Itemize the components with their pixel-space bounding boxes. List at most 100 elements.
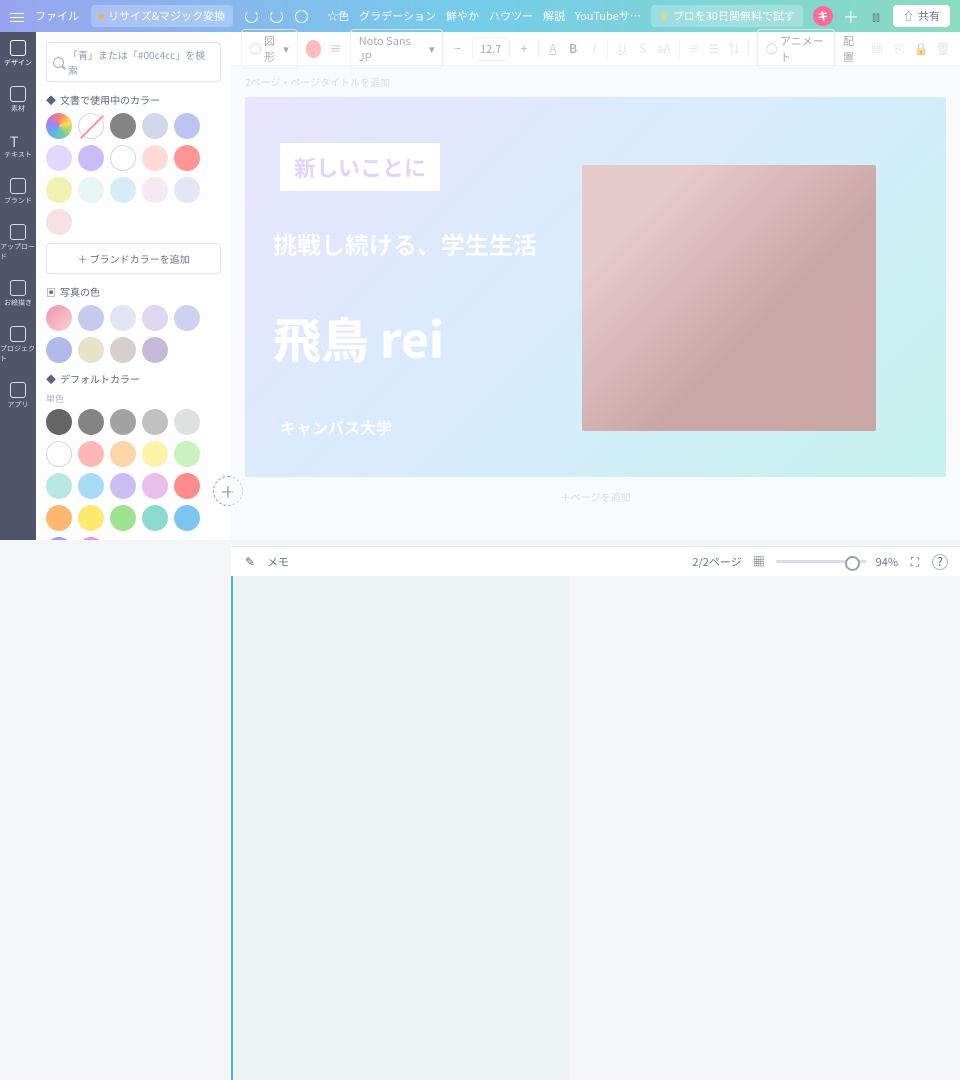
color-swatch[interactable] — [142, 113, 168, 139]
zoom-value[interactable]: 94% — [876, 554, 898, 570]
nav-elements[interactable]: 素材 — [10, 86, 26, 114]
nav-projects[interactable]: プロジェクト — [0, 326, 36, 364]
help-icon[interactable]: ? — [932, 554, 948, 570]
nav-design[interactable]: デザイン — [4, 40, 32, 68]
color-swatch[interactable] — [78, 473, 104, 499]
color-swatch[interactable] — [142, 473, 168, 499]
grid-view-icon[interactable]: ▦ — [752, 555, 766, 569]
add-icon[interactable]: ＋ — [843, 4, 859, 28]
color-swatch[interactable] — [142, 337, 168, 363]
italic-icon[interactable]: I — [587, 42, 599, 56]
fab-add[interactable]: ＋ — [213, 476, 243, 506]
page-title-input[interactable]: 2ページ・ページタイトルを追加 — [231, 66, 960, 97]
insights-icon[interactable]: ⫾⫾ — [869, 9, 883, 23]
color-swatch[interactable] — [110, 305, 136, 331]
color-swatch[interactable] — [46, 177, 72, 203]
text-element-1[interactable]: 新しいことに — [280, 143, 440, 191]
color-swatch[interactable] — [142, 441, 168, 467]
add-page-button[interactable]: ＋ページを追加 — [231, 477, 960, 516]
photo-element[interactable] — [582, 165, 876, 431]
text-element-3[interactable]: 飛鳥 rei — [273, 302, 444, 372]
color-swatch[interactable] — [110, 441, 136, 467]
color-swatch[interactable] — [46, 145, 72, 171]
color-swatch[interactable] — [174, 473, 200, 499]
color-swatch[interactable] — [46, 473, 72, 499]
link[interactable]: ☆色 — [327, 8, 349, 24]
share-button[interactable]: ⇧ 共有 — [893, 5, 950, 27]
link[interactable]: ハウツー — [489, 8, 533, 24]
expand-icon[interactable]: ⛶ — [908, 555, 922, 569]
color-swatch[interactable] — [78, 505, 104, 531]
position-button[interactable]: 配置 — [843, 33, 862, 65]
underline-icon[interactable]: U — [616, 42, 628, 56]
link[interactable]: 鮮やか — [446, 8, 479, 24]
color-swatch[interactable] — [174, 441, 200, 467]
undo-icon[interactable] — [245, 10, 258, 23]
nav-text[interactable]: Tテキスト — [4, 132, 32, 160]
color-swatch[interactable] — [110, 177, 136, 203]
transparency-icon[interactable]: ▦ — [870, 42, 884, 56]
color-swatch[interactable] — [174, 177, 200, 203]
delete-icon[interactable]: 🗑 — [936, 42, 950, 56]
nav-brand[interactable]: ブランド — [4, 178, 32, 206]
text-element-2[interactable]: 挑戦し続ける、学生生活 — [273, 226, 537, 261]
size-minus[interactable]: − — [451, 42, 463, 56]
nav-upload[interactable]: アップロード — [0, 224, 36, 262]
size-plus[interactable]: + — [518, 42, 530, 56]
color-swatch[interactable] — [142, 145, 168, 171]
border-style-icon[interactable]: ≡ — [329, 42, 341, 56]
resize-button[interactable]: リサイズ&マジック変換 — [91, 5, 233, 27]
color-swatch[interactable] — [46, 337, 72, 363]
copy-style-icon[interactable]: ⎘ — [892, 42, 906, 56]
nav-draw[interactable]: お絵描き — [4, 280, 32, 308]
color-swatch[interactable] — [174, 505, 200, 531]
color-swatch[interactable] — [46, 209, 72, 235]
color-swatch[interactable] — [174, 145, 200, 171]
fill-color[interactable] — [306, 40, 322, 58]
font-size[interactable]: 12.7 — [472, 37, 510, 61]
color-swatch[interactable] — [46, 505, 72, 531]
color-swatch[interactable] — [142, 305, 168, 331]
trial-button[interactable]: ♛プロを30日間無料で試す — [651, 5, 803, 27]
color-swatch[interactable] — [142, 177, 168, 203]
color-swatch[interactable] — [174, 113, 200, 139]
color-swatch[interactable] — [78, 337, 104, 363]
color-swatch[interactable] — [142, 409, 168, 435]
memo-label[interactable]: メモ — [267, 554, 289, 570]
bold-icon[interactable]: B — [567, 42, 579, 56]
color-swatch[interactable] — [110, 337, 136, 363]
font-select[interactable]: Noto Sans JP ▾ — [350, 29, 444, 69]
color-swatch[interactable] — [110, 473, 136, 499]
color-swatch[interactable] — [78, 145, 104, 171]
color-swatch[interactable] — [46, 113, 72, 139]
add-brand-color[interactable]: ＋ ブランドカラーを追加 — [46, 243, 221, 274]
color-swatch[interactable] — [46, 409, 72, 435]
link[interactable]: 解説 — [543, 8, 565, 24]
color-swatch[interactable] — [78, 177, 104, 203]
list-icon[interactable]: ☰ — [708, 42, 720, 56]
lock-icon[interactable]: 🔒 — [914, 42, 928, 56]
color-search[interactable]: 「青」または「#00c4cc」を検索 — [46, 42, 221, 82]
align-icon[interactable]: ≡ — [688, 42, 700, 56]
color-swatch[interactable] — [78, 441, 104, 467]
nav-apps[interactable]: アプリ — [8, 382, 29, 410]
canvas-page[interactable]: 新しいことに 挑戦し続ける、学生生活 飛鳥 rei キャンバス大学 — [245, 97, 946, 477]
redo-icon[interactable] — [270, 10, 283, 23]
color-swatch[interactable] — [110, 409, 136, 435]
memo-icon[interactable]: ✎ — [243, 555, 257, 569]
strike-icon[interactable]: S — [636, 42, 648, 56]
shape-button[interactable]: ◯ 図形 ▾ — [241, 29, 298, 69]
animate-button[interactable]: ◯ アニメート — [757, 29, 835, 69]
file-menu[interactable]: ファイル — [35, 8, 79, 24]
color-swatch[interactable] — [174, 409, 200, 435]
menu-icon[interactable] — [10, 10, 23, 23]
text-color-icon[interactable]: A — [547, 42, 559, 56]
color-swatch[interactable] — [142, 505, 168, 531]
case-icon[interactable]: aA — [657, 42, 671, 56]
color-swatch[interactable] — [46, 441, 72, 467]
page-indicator[interactable]: 2/2ページ — [692, 554, 741, 570]
color-swatch[interactable] — [78, 113, 104, 139]
color-swatch[interactable] — [110, 505, 136, 531]
avatar[interactable]: キ — [813, 6, 833, 26]
color-swatch[interactable] — [174, 305, 200, 331]
